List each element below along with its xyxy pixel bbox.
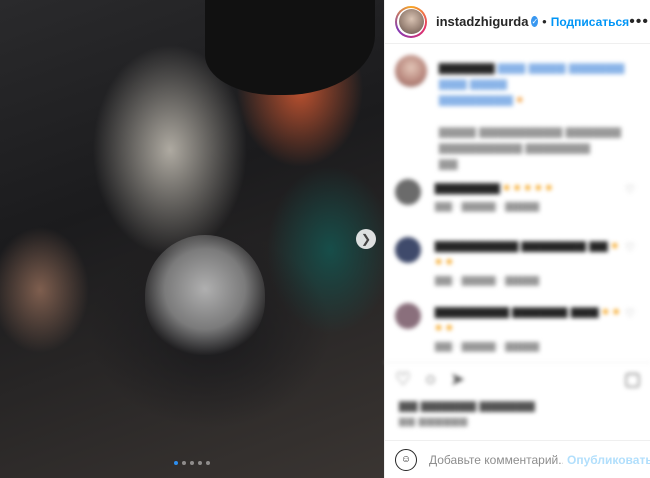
comments-list-blurred: ▆▆▆▆▆▆ ▆▆▆ ▆▆▆▆ ▆▆▆▆▆▆ ▆▆▆ ▆▆▆▆ ▆▆▆▆▆▆▆▆ … xyxy=(385,45,650,360)
heart-icon: ♡ xyxy=(625,308,635,320)
list-item: ▆▆▆▆▆▆▆▆ ▆▆▆▆▆▆ ▆▆▆ ● ● ● ● ▆▆ · ▆▆▆▆ · … xyxy=(395,299,641,352)
more-horizontal-icon[interactable]: ••• xyxy=(629,13,649,31)
carousel-indicator xyxy=(0,461,384,465)
chevron-right-icon[interactable]: ❯ xyxy=(356,229,376,249)
comment-input[interactable] xyxy=(429,452,563,467)
publish-button[interactable]: Опубликовать xyxy=(567,453,650,467)
heart-icon: ♡ xyxy=(625,184,635,196)
username-link[interactable]: instadzhigurda xyxy=(436,14,528,29)
follow-button[interactable]: Подписаться xyxy=(551,15,629,29)
avatar xyxy=(395,303,421,329)
carousel-dot xyxy=(190,461,194,465)
carousel-dot xyxy=(174,461,178,465)
emoji-icon[interactable]: ☺ xyxy=(395,448,417,471)
avatar xyxy=(395,179,421,205)
carousel-dot xyxy=(182,461,186,465)
post-sidebar: instadzhigurda ✓ • Подписаться ••• ▆▆▆▆▆… xyxy=(384,0,650,478)
heart-icon: ♡ xyxy=(625,242,635,254)
post-header: instadzhigurda ✓ • Подписаться ••• xyxy=(385,0,650,44)
add-comment-bar: ☺ Опубликовать xyxy=(385,440,650,478)
carousel-dot xyxy=(198,461,202,465)
avatar-image xyxy=(398,9,424,34)
post-photo[interactable]: ❯ xyxy=(0,0,384,478)
photo-shirt-print xyxy=(145,235,265,355)
list-item: ▆▆▆▆▆▆▆▆▆ ▆▆▆▆▆▆▆ ▆▆ ● ● ● ▆▆ · ▆▆▆▆ · ▆… xyxy=(395,233,641,286)
post-date: ▆▆ ▆▆▆▆▆▆ xyxy=(399,416,468,427)
action-bar: ♡ ○ ➤ ▢ xyxy=(385,362,650,394)
bookmark-icon[interactable]: ▢ xyxy=(624,370,641,388)
avatar xyxy=(395,237,421,263)
carousel-dot xyxy=(206,461,210,465)
photo-hat-shape xyxy=(205,0,375,95)
avatar xyxy=(395,55,427,87)
heart-icon[interactable]: ♡ xyxy=(395,370,411,388)
likes-count[interactable]: ▆▆ ▆▆▆▆▆▆ ▆▆▆▆▆▆ xyxy=(399,398,535,412)
list-item: ▆▆▆▆▆▆▆ ● ● ● ● ● ▆▆ · ▆▆▆▆ · ▆▆▆▆ ♡ xyxy=(395,175,641,225)
separator-dot: • xyxy=(542,14,547,29)
verified-badge-icon: ✓ xyxy=(531,16,539,27)
share-icon[interactable]: ➤ xyxy=(450,370,465,388)
comment-icon[interactable]: ○ xyxy=(425,370,436,388)
avatar[interactable] xyxy=(395,5,427,38)
